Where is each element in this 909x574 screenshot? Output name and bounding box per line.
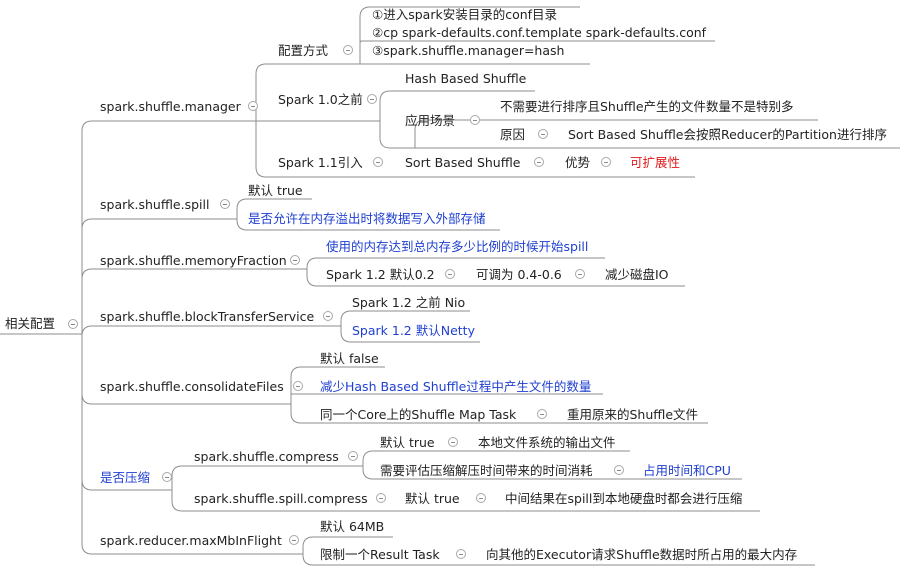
since-1-1-node[interactable]: Spark 1.1引入 [278,155,363,171]
advantage-node[interactable]: 优势 [565,155,590,171]
reason-node[interactable]: 原因 [500,127,525,143]
collapse-toggle-icon[interactable] [470,115,480,125]
shuffle-compress-default-detail-node: 本地文件系统的输出文件 [478,435,616,450]
collapse-toggle-icon[interactable] [290,255,300,265]
mindmap-canvas: 相关配置 spark.shuffle.manager 配置方式 ①进入spark… [0,0,909,574]
collapse-toggle-icon[interactable] [343,45,353,55]
collapse-toggle-icon[interactable] [448,437,458,447]
collapse-toggle-icon[interactable] [445,269,455,279]
consolidate-same-core-node[interactable]: 同一个Core上的Shuffle Map Task [320,407,516,423]
collapse-toggle-icon[interactable] [220,199,230,209]
collapse-toggle-icon[interactable] [538,129,548,139]
shuffle-compress-default-node[interactable]: 默认 true [380,435,435,451]
shuffle-compress-node[interactable]: spark.shuffle.compress [194,449,339,465]
spill-compress-default-node[interactable]: 默认 true [405,491,460,507]
reason-detail-node: Sort Based Shuffle会按照Reducer的Partition进行… [568,127,887,142]
scenario-node[interactable]: 应用场景 [405,113,455,129]
collapse-toggle-icon[interactable] [248,101,258,111]
collapse-toggle-icon[interactable] [289,535,299,545]
block-transfer-default-node: Spark 1.2 默认Netty [352,323,475,338]
max-mb-default-node: 默认 64MB [320,519,385,534]
collapse-toggle-icon[interactable] [376,493,386,503]
collapse-toggle-icon[interactable] [367,94,377,104]
config-step-1: ①进入spark安装目录的conf目录 [372,7,558,22]
memory-fraction-default-node[interactable]: Spark 1.2 默认0.2 [326,267,435,283]
memory-fraction-effect-node: 减少磁盘IO [605,267,669,282]
spill-node[interactable]: spark.shuffle.spill [100,197,209,213]
hash-based-node: Hash Based Shuffle [405,71,527,86]
shuffle-compress-eval-node[interactable]: 需要评估压缩解压时间带来的时间消耗 [380,463,593,479]
scenario-detail-node: 不需要进行排序且Shuffle产生的文件数量不是特别多 [500,99,794,114]
max-mb-limit-detail-node: 向其他的Executor请求Shuffle数据时所占用的最大内存 [486,547,798,562]
max-mb-node[interactable]: spark.reducer.maxMbInFlight [100,533,282,549]
config-step-2: ②cp spark-defaults.conf.template spark-d… [372,25,707,40]
memory-fraction-adjust-node[interactable]: 可调为 0.4-0.6 [476,267,562,283]
collapse-toggle-icon[interactable] [162,472,172,482]
collapse-toggle-icon[interactable] [575,269,585,279]
advantage-detail-node: 可扩展性 [630,155,681,170]
collapse-toggle-icon[interactable] [534,157,544,167]
collapse-toggle-icon[interactable] [476,493,486,503]
max-mb-limit-node[interactable]: 限制一个Result Task [320,547,440,563]
consolidate-reuse-node: 重用原来的Shuffle文件 [567,407,699,422]
manager-node[interactable]: spark.shuffle.manager [100,99,241,115]
collapse-toggle-icon[interactable] [373,157,383,167]
config-method-node[interactable]: 配置方式 [278,43,328,59]
spill-default-node: 默认 true [248,183,303,198]
collapse-toggle-icon[interactable] [601,157,611,167]
memory-fraction-node[interactable]: spark.shuffle.memoryFraction [100,253,287,269]
collapse-toggle-icon[interactable] [68,319,78,329]
consolidate-default-node: 默认 false [320,351,379,366]
compress-node[interactable]: 是否压缩 [100,470,150,486]
block-transfer-before-node: Spark 1.2 之前 Nio [352,295,466,310]
collapse-toggle-icon[interactable] [537,409,547,419]
collapse-toggle-icon[interactable] [456,549,466,559]
memory-fraction-desc-node: 使用的内存达到总内存多少比例的时候开始spill [326,239,589,254]
spill-desc-node: 是否允许在内存溢出时将数据写入外部存储 [248,211,486,226]
consolidate-node[interactable]: spark.shuffle.consolidateFiles [100,379,284,395]
config-step-3: ③spark.shuffle.manager=hash [372,43,565,58]
block-transfer-node[interactable]: spark.shuffle.blockTransferService [100,309,314,325]
spill-compress-node[interactable]: spark.shuffle.spill.compress [194,491,368,507]
collapse-toggle-icon[interactable] [614,465,624,475]
collapse-toggle-icon[interactable] [348,451,358,461]
spill-compress-detail-node: 中间结果在spill到本地硬盘时都会进行压缩 [505,491,743,506]
collapse-toggle-icon[interactable] [293,381,303,391]
before-1-0-node[interactable]: Spark 1.0之前 [278,92,363,108]
root-node[interactable]: 相关配置 [5,316,55,332]
consolidate-desc-node: 减少Hash Based Shuffle过程中产生文件的数量 [320,379,592,394]
shuffle-compress-eval-detail-node: 占用时间和CPU [643,463,731,478]
collapse-toggle-icon[interactable] [323,311,333,321]
sort-based-node[interactable]: Sort Based Shuffle [405,155,521,171]
